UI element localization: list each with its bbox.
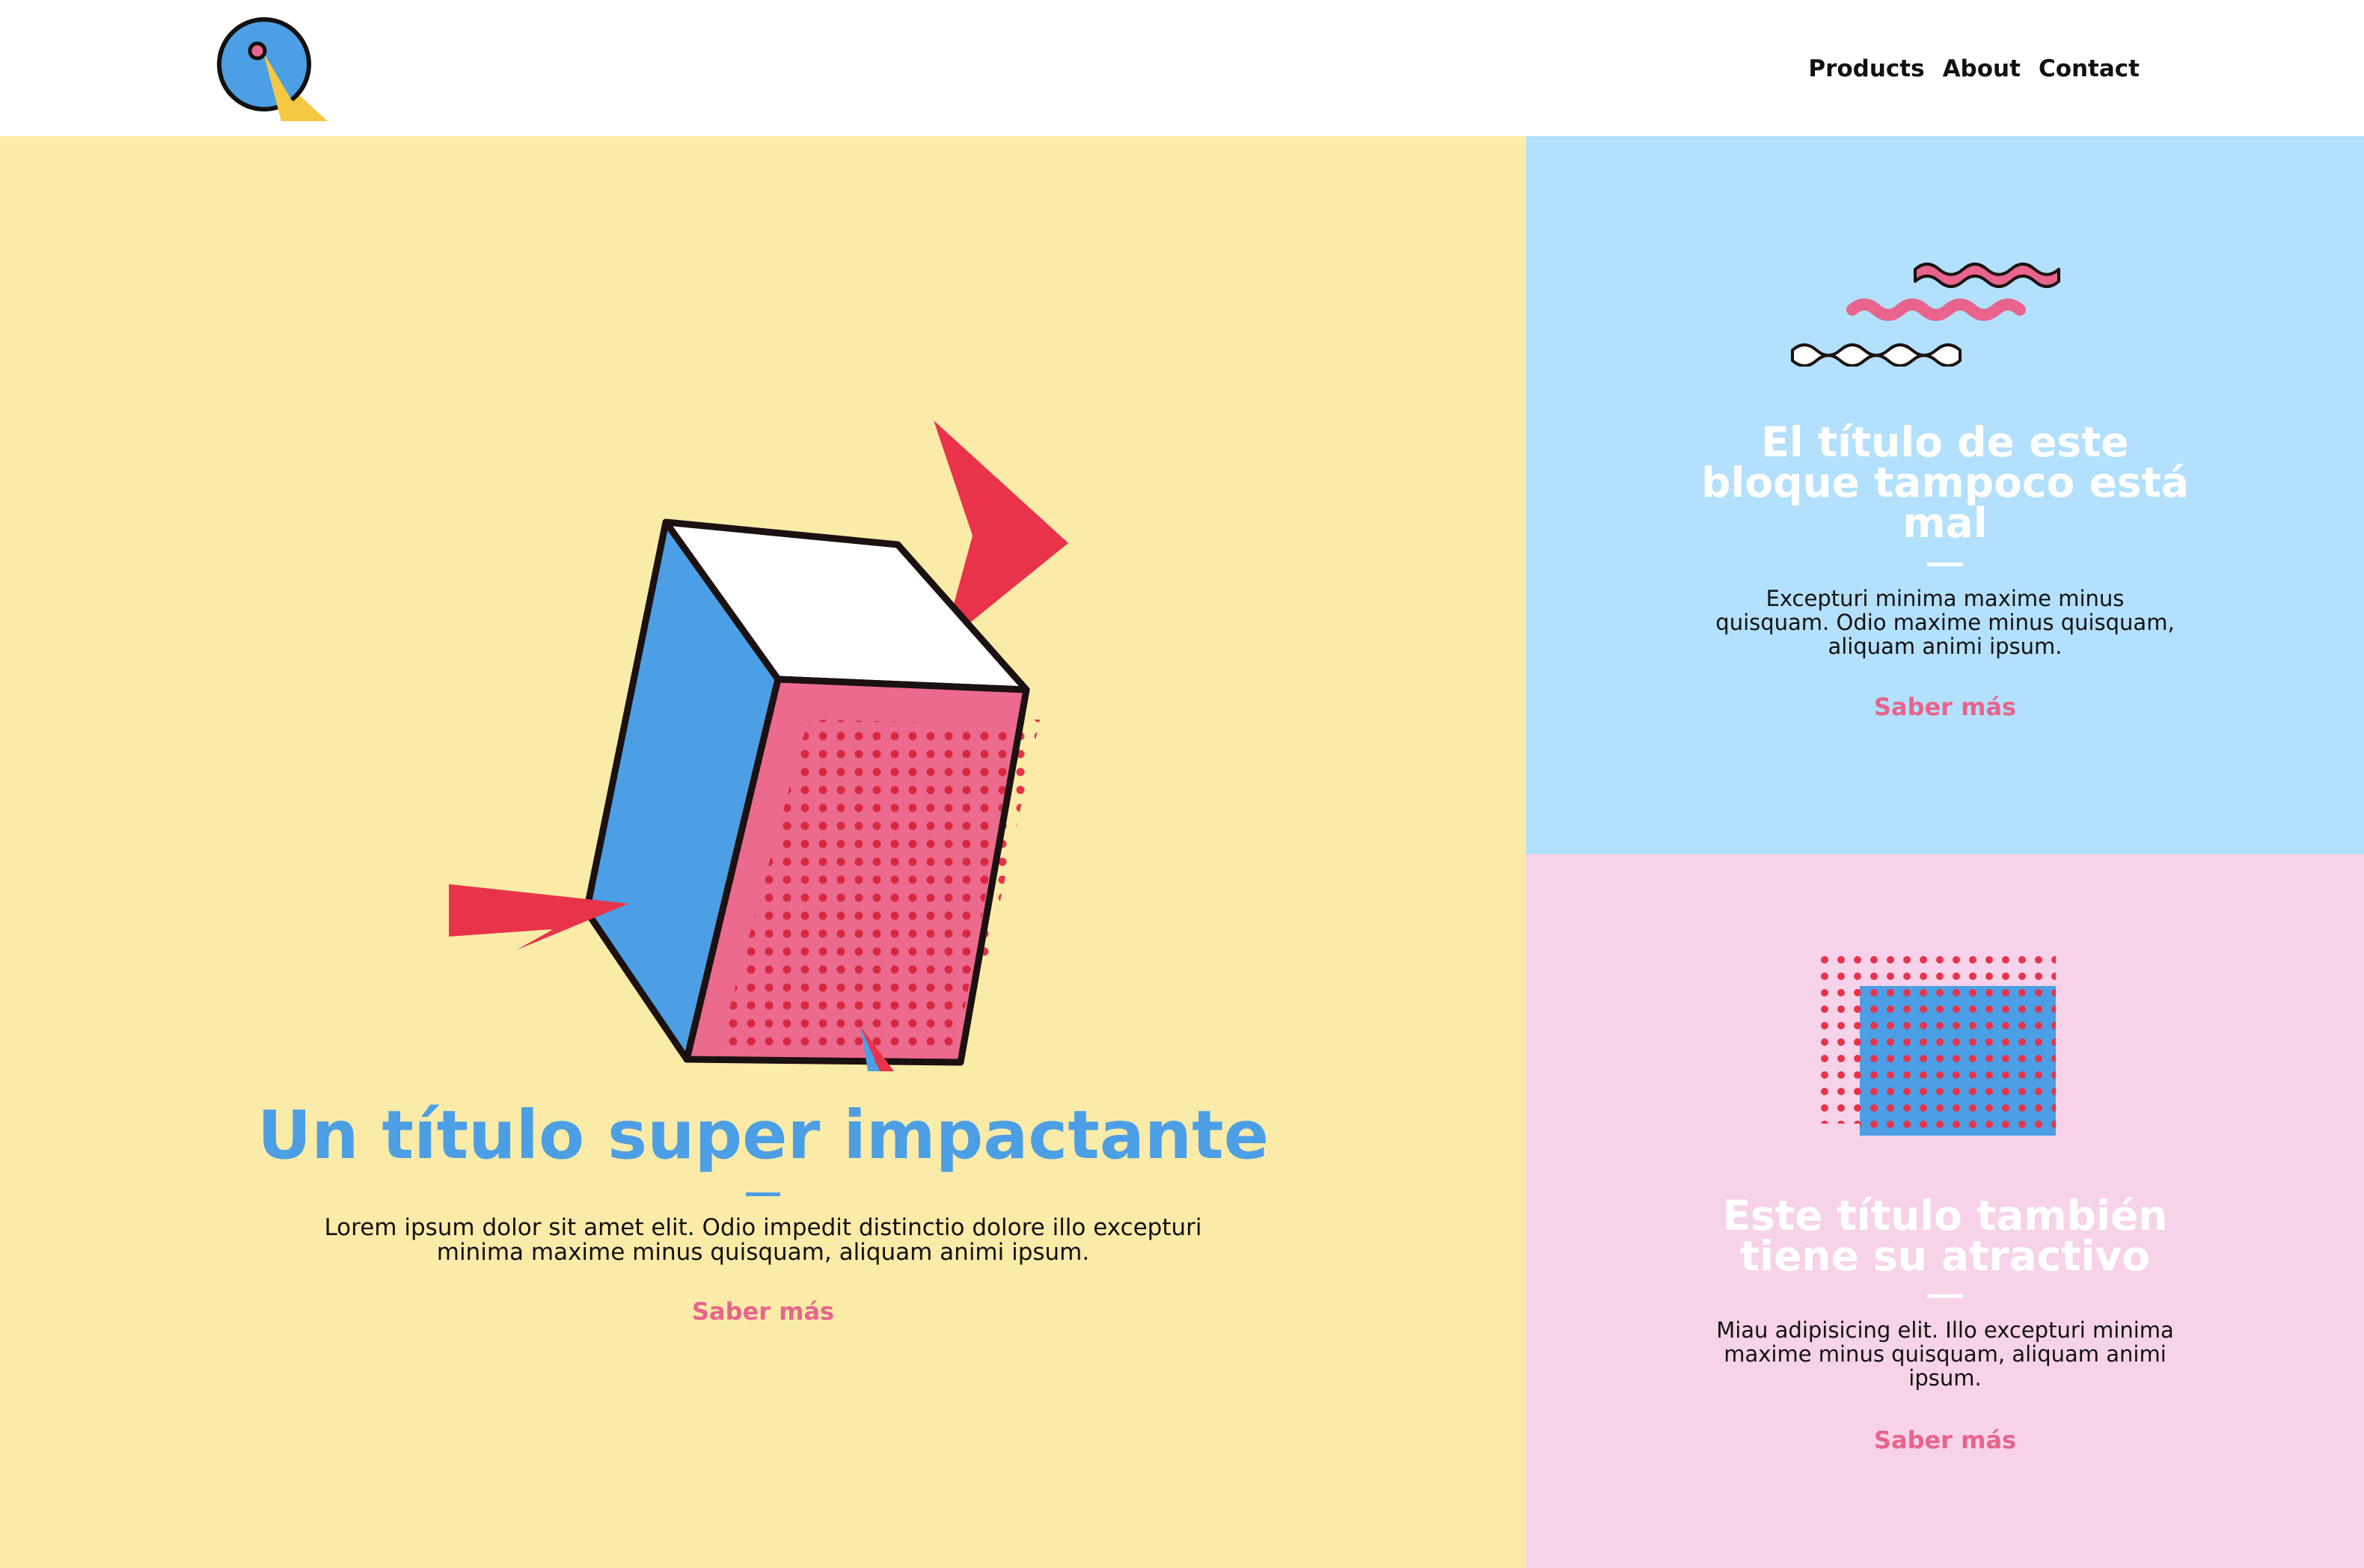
- pink-card-saber-mas-link[interactable]: Saber más: [1526, 1426, 2364, 1454]
- pink-card: Este título también tiene su atractivo M…: [1526, 854, 2364, 1568]
- pink-card-text: Miau adipisicing elit. Illo excepturi mi…: [1716, 1317, 2174, 1391]
- logo-icon[interactable]: [217, 16, 329, 125]
- hero-section: Un título super impactante Lorem ipsum d…: [0, 136, 1526, 1568]
- blue-card: El título de este bloque tampoco está ma…: [1526, 136, 2364, 854]
- hero-divider: [746, 1192, 780, 1196]
- blue-card-title: El título de este bloque tampoco está ma…: [1701, 418, 2189, 547]
- nav-about[interactable]: About: [1943, 55, 2021, 82]
- nav-contact[interactable]: Contact: [2039, 55, 2140, 82]
- blue-card-saber-mas-link[interactable]: Saber más: [1526, 693, 2364, 721]
- nav-products[interactable]: Products: [1808, 55, 1924, 82]
- waves-icon: [1791, 263, 2060, 367]
- cube-illustration: [449, 420, 1068, 1071]
- hero-title: Un título super impactante: [257, 1096, 1270, 1174]
- pink-card-divider: [1927, 1294, 1963, 1298]
- hero-text: Lorem ipsum dolor sit amet elit. Odio im…: [324, 1214, 1202, 1266]
- site-header: Products About Contact: [0, 0, 2364, 137]
- hero-saber-mas-link[interactable]: Saber más: [0, 1297, 1526, 1326]
- dotted-rectangles-icon: [1816, 952, 2056, 1136]
- blue-card-text: Excepturi minima maxime minus quisquam. …: [1715, 586, 2175, 659]
- blue-card-divider: [1927, 563, 1963, 566]
- main-nav: Products About Contact: [1808, 55, 2140, 82]
- pink-card-title: Este título también tiene su atractivo: [1722, 1192, 2168, 1280]
